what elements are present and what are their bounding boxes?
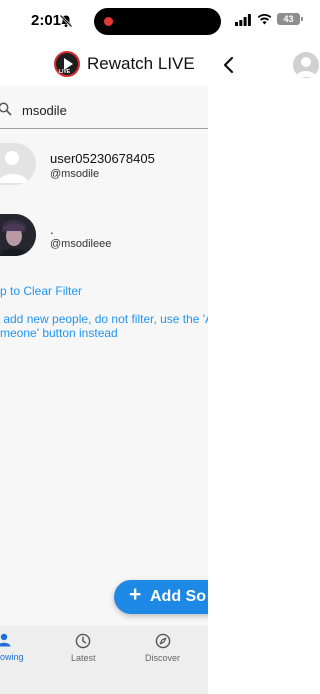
page-title: Rewatch LIVE bbox=[87, 54, 195, 73]
user-name[interactable]: . bbox=[50, 222, 54, 237]
app-logo-icon: LIVE bbox=[54, 51, 80, 77]
clock-icon[interactable] bbox=[75, 633, 91, 649]
compass-icon[interactable] bbox=[155, 633, 171, 649]
clear-filter-link[interactable]: p to Clear Filter bbox=[0, 284, 82, 298]
plus-icon: + bbox=[129, 583, 142, 606]
wifi-icon bbox=[257, 13, 272, 25]
add-someone-button[interactable]: + Add So bbox=[114, 580, 208, 614]
back-chevron-icon[interactable] bbox=[222, 56, 236, 74]
add-someone-label: Add So bbox=[150, 588, 206, 605]
tab-following[interactable]: owing bbox=[0, 652, 24, 662]
tab-latest[interactable]: Latest bbox=[71, 653, 96, 663]
person-placeholder-icon bbox=[296, 57, 316, 77]
dynamic-island bbox=[94, 8, 221, 35]
add-people-hint-line2: meone' button instead bbox=[0, 326, 118, 340]
silent-bell-icon bbox=[59, 14, 73, 28]
search-icon bbox=[0, 102, 12, 116]
user-handle: @msodileee bbox=[50, 238, 112, 250]
recording-dot-icon bbox=[104, 17, 113, 26]
tab-discover[interactable]: Discover bbox=[145, 653, 180, 663]
battery-indicator: 43 bbox=[277, 13, 303, 25]
user-handle: @msodile bbox=[50, 168, 100, 180]
cellular-signal-icon bbox=[235, 14, 251, 26]
search-input[interactable]: msodile bbox=[22, 103, 67, 118]
user-name[interactable]: user05230678405 bbox=[50, 151, 155, 166]
add-people-hint-line1: add new people, do not filter, use the '… bbox=[0, 312, 208, 326]
fab-clip: + Add So bbox=[0, 560, 208, 630]
person-icon[interactable] bbox=[0, 633, 11, 647]
search-underline bbox=[0, 128, 208, 129]
profile-avatar[interactable] bbox=[293, 52, 319, 78]
status-time: 2:01 bbox=[31, 12, 62, 29]
